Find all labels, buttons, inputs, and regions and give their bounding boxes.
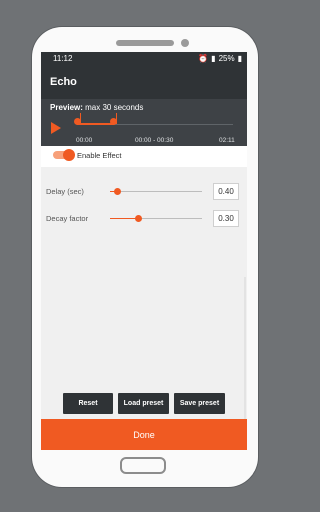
page-title: Echo <box>50 76 77 88</box>
alarm-icon: ⏰ <box>198 54 209 63</box>
preset-buttons: Reset Load preset Save preset <box>63 393 247 414</box>
end-time: 02:11 <box>219 137 235 144</box>
reset-button[interactable]: Reset <box>63 393 113 414</box>
battery-icon: ▮ <box>237 54 242 63</box>
decay-slider-knob[interactable] <box>134 215 142 222</box>
enable-effect-row[interactable]: Enable Effect <box>41 146 247 167</box>
delay-label: Delay (sec) <box>46 187 84 196</box>
save-preset-button[interactable]: Save preset <box>174 393 225 414</box>
preview-title: Preview: max 30 seconds <box>50 103 144 112</box>
delay-slider-track[interactable] <box>110 191 202 192</box>
decay-value-field[interactable]: 0.30 <box>213 210 239 227</box>
range-start-handle[interactable] <box>74 118 81 125</box>
decay-slider-fill <box>110 218 138 219</box>
load-preset-button[interactable]: Load preset <box>118 393 169 414</box>
enable-effect-toggle[interactable] <box>53 149 75 161</box>
play-icon[interactable] <box>51 122 61 134</box>
settings-panel: Delay (sec) 0.40 Decay factor 0.30 <box>41 167 247 431</box>
signal-icon: ▮ <box>211 54 216 63</box>
speaker-grille <box>116 40 174 46</box>
delay-value-field[interactable]: 0.40 <box>213 183 239 200</box>
preview-panel: Preview: max 30 seconds 00:00 00:00 - 00… <box>41 99 247 146</box>
home-button[interactable] <box>120 457 166 474</box>
status-time: 11:12 <box>53 54 73 63</box>
delay-slider-knob[interactable] <box>114 188 122 195</box>
delay-setting: Delay (sec) 0.40 <box>41 183 247 201</box>
status-bar: 11:12 ⏰ ▮ 25% ▮ <box>41 52 247 65</box>
front-camera <box>181 39 189 47</box>
battery-percent: 25% <box>218 54 235 63</box>
decay-setting: Decay factor 0.30 <box>41 210 247 228</box>
start-time: 00:00 <box>76 137 93 144</box>
app-bar: Echo <box>41 65 247 99</box>
app-screen: 11:12 ⏰ ▮ 25% ▮ Echo Preview: max 30 sec… <box>41 52 247 450</box>
preview-range-fill <box>77 123 114 125</box>
range-end-handle[interactable] <box>110 118 117 125</box>
range-time: 00:00 - 00:30 <box>135 137 174 144</box>
decay-label: Decay factor <box>46 214 89 223</box>
done-button[interactable]: Done <box>41 419 247 450</box>
enable-effect-label: Enable Effect <box>77 151 122 160</box>
